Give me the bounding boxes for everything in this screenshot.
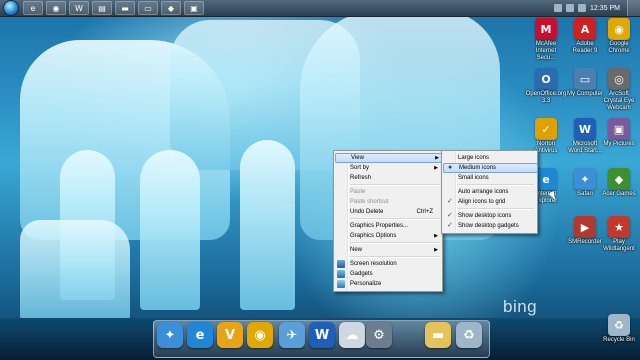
wildtangent-icon: ★ [608,216,630,238]
screen-resolution-icon [337,260,345,268]
desktop-icon-label: My Computer [566,91,603,97]
clock[interactable]: 12:35 PM [590,5,620,12]
taskbar-ie-icon[interactable]: e [23,1,43,15]
folder-dock-icon[interactable]: ▬ [425,322,451,348]
acer-games-icon: ◆ [608,168,630,190]
desktop-icon[interactable]: M McAfee Internet Secu... [527,18,565,62]
checkmark-icon: ✓ [447,212,453,219]
menu-item-sort-by[interactable]: Sort by ▶ [335,163,441,173]
menu-item-personalize[interactable]: Personalize [335,279,441,289]
menu-item-view[interactable]: View ▶ [335,153,443,163]
gadgets-icon [337,270,345,278]
checkmark-icon: ✓ [447,198,453,205]
battery-icon[interactable] [578,4,587,12]
show-desktop-button[interactable] [627,0,640,16]
recycle-bin-icon: ♻ [608,314,630,336]
desktop-icon[interactable]: ◆ Acer Games [600,168,638,198]
recycle-dock-icon[interactable]: ♻ [456,322,482,348]
taskbar: e ◉ W ▤ ▬ ▭ ◆ ▣ 12:35 PM [0,0,640,17]
settings-dock-icon[interactable]: ⚙ [366,322,392,348]
computer-icon: ▭ [574,68,596,90]
pictures-icon: ▣ [608,118,630,140]
submenu-item-show-desktop-icons[interactable]: ✓ Show desktop icons [443,211,536,221]
volume-icon[interactable] [566,4,575,12]
taskbar-app-icon[interactable]: ▣ [184,1,204,15]
webcam-icon: ◎ [608,68,630,90]
submenu-item-auto-arrange[interactable]: Auto arrange icons [443,187,536,197]
desktop-icon-label: Google Chrome [608,41,630,54]
menu-item-new[interactable]: New ▶ [335,245,441,255]
ie-dock-icon[interactable]: e [187,322,213,348]
desktop-icon[interactable]: ✦ Safari [566,168,604,198]
desktop-icon-label: Acer Games [602,191,636,197]
menu-item-graphics-options[interactable]: Graphics Options ▶ [335,231,441,241]
mcafee-icon: M [535,18,557,40]
view-submenu: Large icons ● Medium icons Small icons A… [441,150,538,234]
safari-dock-icon[interactable]: ✦ [157,322,183,348]
desktop-icon[interactable]: ▭ My Computer [566,68,604,98]
taskbar-window-icon[interactable]: ▭ [138,1,158,15]
desktop-icon-label: Safari [577,191,593,197]
desktop-icon-label: SMRecorder [568,239,602,245]
taskbar-gadget-icon[interactable]: ◆ [161,1,181,15]
safari-icon: ✦ [574,168,596,190]
submenu-item-small-icons[interactable]: Small icons [443,173,536,183]
desktop-icon-label: My Pictures [603,141,635,147]
desktop-icon-label: ArcSoft Crystal Eye Webcam [603,91,635,111]
vlc-dock-icon[interactable]: V [217,322,243,348]
desktop-icon[interactable]: W Microsoft Word Start... [566,118,604,155]
desktop-icon-label: McAfee Internet Secu... [535,41,557,61]
adobe-reader-icon: A [574,18,596,40]
menu-item-screen-resolution[interactable]: Screen resolution [335,259,441,269]
desktop-context-menu: View ▶ Sort by ▶ Refresh Paste Paste short… [333,150,443,292]
mail-dock-icon[interactable]: ✈ [279,322,305,348]
weather-dock-icon[interactable]: ☁ [339,322,365,348]
desktop-icon-label: Adobe Reader 9 [572,41,598,54]
desktop-icon[interactable]: ◉ Google Chrome [600,18,638,55]
word-dock-icon[interactable]: W [309,322,335,348]
start-button[interactable] [3,0,19,16]
taskbar-explorer-icon[interactable]: ▤ [92,1,112,15]
menu-item-refresh[interactable]: Refresh [335,173,441,183]
desktop-icon[interactable]: ♻ Recycle Bin [600,314,638,344]
checkmark-icon: ✓ [447,222,453,229]
submenu-item-align-to-grid[interactable]: ✓ Align icons to grid [443,197,536,207]
openoffice-icon: O [535,68,557,90]
bing-watermark: bing [503,297,538,316]
submenu-item-show-desktop-gadgets[interactable]: ✓ Show desktop gadgets [443,221,536,231]
desktop-icon[interactable]: A Adobe Reader 9 [566,18,604,55]
desktop-icon[interactable]: ▣ My Pictures [600,118,638,148]
menu-item-graphics-properties[interactable]: Graphics Properties... [335,221,441,231]
chrome-icon: ◉ [608,18,630,40]
menu-item-undo-delete[interactable]: Undo Delete Ctrl+Z [335,207,441,217]
menu-item-gadgets[interactable]: Gadgets [335,269,441,279]
menu-item-paste: Paste [350,189,366,195]
taskbar-chrome-icon[interactable]: ◉ [46,1,66,15]
desktop-icon[interactable]: ★ Play Wildtangent [600,216,638,253]
desktop-icon-label: Recycle Bin [603,337,635,343]
submenu-item-large-icons[interactable]: Large icons [443,153,536,163]
submenu-item-medium-icons[interactable]: ● Medium icons [443,163,538,173]
desktop-icon[interactable]: ◎ ArcSoft Crystal Eye Webcam [600,68,638,112]
desktop-icon[interactable]: ▶ SMRecorder [566,216,604,246]
desktop-icon-label: Microsoft Word Start... [568,141,602,154]
chrome-dock-icon[interactable]: ◉ [247,322,273,348]
ie-icon: e [535,168,557,190]
network-icon[interactable] [554,4,563,12]
smrecorder-icon: ▶ [574,216,596,238]
personalize-icon [337,280,345,288]
taskbar-folder-icon[interactable]: ▬ [115,1,135,15]
word-icon: W [574,118,596,140]
norton-icon: ✓ [535,118,557,140]
radio-mark-icon: ● [448,164,453,171]
desktop-icon-label: OpenOffice.org 3.3 [525,91,567,104]
desktop-icon[interactable]: O OpenOffice.org 3.3 [525,68,567,105]
menu-item-paste-shortcut: Paste shortcut [350,199,389,205]
desktop-icon-label: Play Wildtangent [603,239,635,252]
taskbar-word-icon[interactable]: W [69,1,89,15]
